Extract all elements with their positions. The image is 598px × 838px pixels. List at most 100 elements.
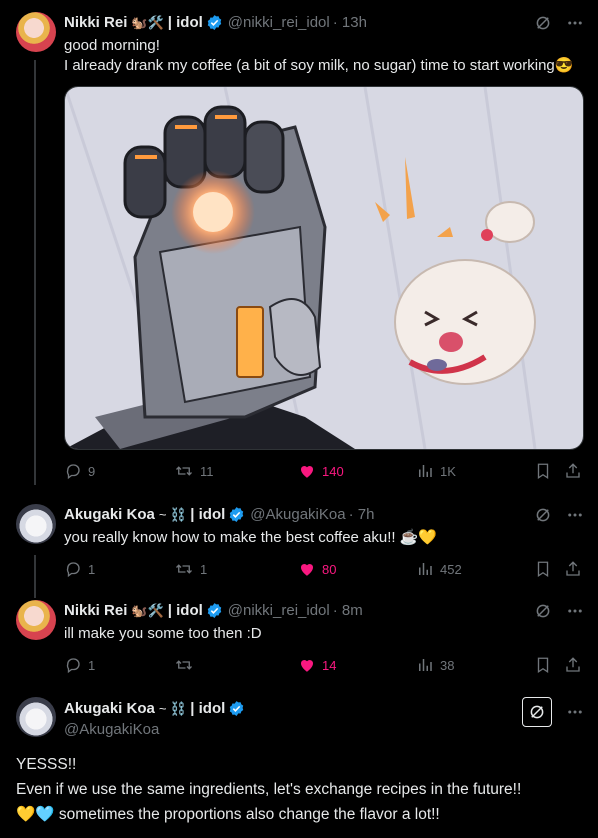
reply-button[interactable]: 1 — [64, 656, 95, 674]
reply-count: 1 — [88, 561, 96, 577]
bookmark-icon — [537, 657, 549, 674]
views-icon — [419, 563, 432, 575]
author-handle[interactable]: @AkugakiKoa — [64, 721, 159, 738]
author-handle[interactable]: @nikki_rei_idol — [228, 14, 330, 31]
post-header: Akugaki Koa ~ ⛓️ | idol — [64, 700, 245, 717]
verified-icon — [230, 701, 244, 716]
grok-icon[interactable] — [534, 602, 552, 620]
like-count: 80 — [322, 561, 337, 577]
post-corner-icons — [522, 697, 584, 727]
hearts-emoji: 💛🩵 — [16, 806, 55, 823]
avatar[interactable] — [16, 12, 56, 52]
bookmark-button[interactable] — [534, 656, 552, 674]
author-name[interactable]: Akugaki Koa — [64, 700, 155, 717]
post-actions: 1 1 80 452 — [64, 560, 582, 580]
post-actions: 9 11 140 1K — [64, 462, 582, 482]
post-header: Nikki Rei 🐿️🛠️ | idol @nikki_rei_idol · … — [64, 14, 367, 31]
view-count: 38 — [440, 657, 455, 673]
views-button[interactable]: 38 — [416, 656, 454, 674]
author-handle[interactable]: @AkugakiKoa — [250, 506, 345, 523]
reply-icon — [66, 464, 80, 480]
like-button[interactable]: 14 — [298, 656, 336, 674]
verified-icon — [207, 603, 222, 618]
author-emoji: ~ ⛓️ — [158, 506, 187, 522]
grok-icon — [530, 705, 544, 719]
main-line-2: Even if we use the same ingredients, let… — [16, 781, 522, 798]
view-count: 452 — [440, 561, 462, 577]
more-icon[interactable] — [566, 602, 584, 620]
post-text: you really know how to make the best cof… — [64, 529, 438, 546]
bookmark-icon — [537, 561, 549, 578]
repost-icon — [176, 564, 192, 574]
views-button[interactable]: 452 — [416, 560, 462, 578]
reply-count: 1 — [88, 657, 96, 673]
post-corner-icons — [534, 506, 584, 524]
main-line-3: 💛🩵 sometimes the proportions also change… — [16, 802, 582, 827]
heart-icon — [300, 465, 314, 478]
bookmark-button[interactable] — [534, 462, 552, 480]
author-name[interactable]: Nikki Rei — [64, 14, 127, 31]
author-name[interactable]: Nikki Rei — [64, 602, 127, 619]
verified-icon — [207, 15, 222, 30]
post-koa-reply[interactable]: Akugaki Koa ~ ⛓️ | idol @AkugakiKoa · 7h… — [0, 490, 598, 590]
repost-button[interactable] — [174, 656, 200, 674]
view-count: 1K — [440, 463, 456, 479]
repost-icon — [176, 660, 192, 670]
share-button[interactable] — [564, 560, 582, 578]
share-icon — [566, 561, 580, 576]
post-image[interactable] — [64, 86, 584, 450]
post-nikki-1[interactable]: Nikki Rei 🐿️🛠️ | idol @nikki_rei_idol · … — [0, 0, 598, 490]
author-emoji: 🐿️🛠️ — [131, 14, 164, 30]
main-line-3-text: sometimes the proportions also change th… — [54, 806, 440, 823]
main-post-text: YESSS!! Even if we use the same ingredie… — [16, 752, 582, 827]
share-icon — [566, 657, 580, 672]
heart-icon — [300, 563, 314, 576]
reply-icon — [66, 562, 80, 578]
reply-button[interactable]: 9 — [64, 462, 95, 480]
avatar[interactable] — [16, 504, 56, 544]
repost-button[interactable]: 11 — [174, 462, 214, 480]
share-icon — [566, 463, 580, 478]
post-corner-icons — [534, 602, 584, 620]
more-icon[interactable] — [566, 506, 584, 524]
views-button[interactable]: 1K — [416, 462, 456, 480]
like-button[interactable]: 80 — [298, 560, 336, 578]
like-count: 14 — [322, 657, 337, 673]
grok-button[interactable] — [522, 697, 552, 727]
author-handle[interactable]: @nikki_rei_idol — [228, 602, 330, 619]
grok-icon[interactable] — [534, 506, 552, 524]
avatar[interactable] — [16, 697, 56, 737]
main-line-1: YESSS!! — [16, 756, 77, 773]
post-time[interactable]: · 8m — [333, 602, 363, 619]
post-time[interactable]: · 7h — [349, 506, 375, 523]
post-nikki-reply[interactable]: Nikki Rei 🐿️🛠️ | idol @nikki_rei_idol · … — [0, 590, 598, 685]
post-text: ill make you some too then :D — [64, 625, 262, 642]
repost-count: 11 — [200, 463, 214, 479]
grok-icon[interactable] — [534, 14, 552, 32]
author-emoji: 🐿️🛠️ — [131, 602, 164, 618]
more-icon[interactable] — [566, 14, 584, 32]
reply-button[interactable]: 1 — [64, 560, 95, 578]
author-tag: | idol — [167, 602, 203, 619]
post-text: good morning! I already drank my coffee … — [64, 37, 574, 74]
post-header: Akugaki Koa ~ ⛓️ | idol @AkugakiKoa · 7h — [64, 506, 374, 523]
repost-icon — [176, 466, 192, 476]
post-corner-icons — [534, 14, 584, 32]
more-icon[interactable] — [566, 703, 584, 721]
share-button[interactable] — [564, 656, 582, 674]
post-actions: 1 14 38 — [64, 656, 582, 676]
avatar[interactable] — [16, 600, 56, 640]
bookmark-button[interactable] — [534, 560, 552, 578]
share-button[interactable] — [564, 462, 582, 480]
post-time[interactable]: · 13h — [333, 14, 367, 31]
author-name[interactable]: Akugaki Koa — [64, 506, 155, 523]
author-tag: | idol — [190, 700, 226, 717]
author-emoji: ~ ⛓️ — [158, 700, 187, 716]
author-tag: | idol — [190, 506, 226, 523]
like-button[interactable]: 140 — [298, 462, 344, 480]
views-icon — [419, 659, 432, 671]
views-icon — [419, 465, 432, 477]
heart-icon — [300, 659, 314, 672]
repost-button[interactable]: 1 — [174, 560, 207, 578]
reply-icon — [66, 658, 80, 674]
